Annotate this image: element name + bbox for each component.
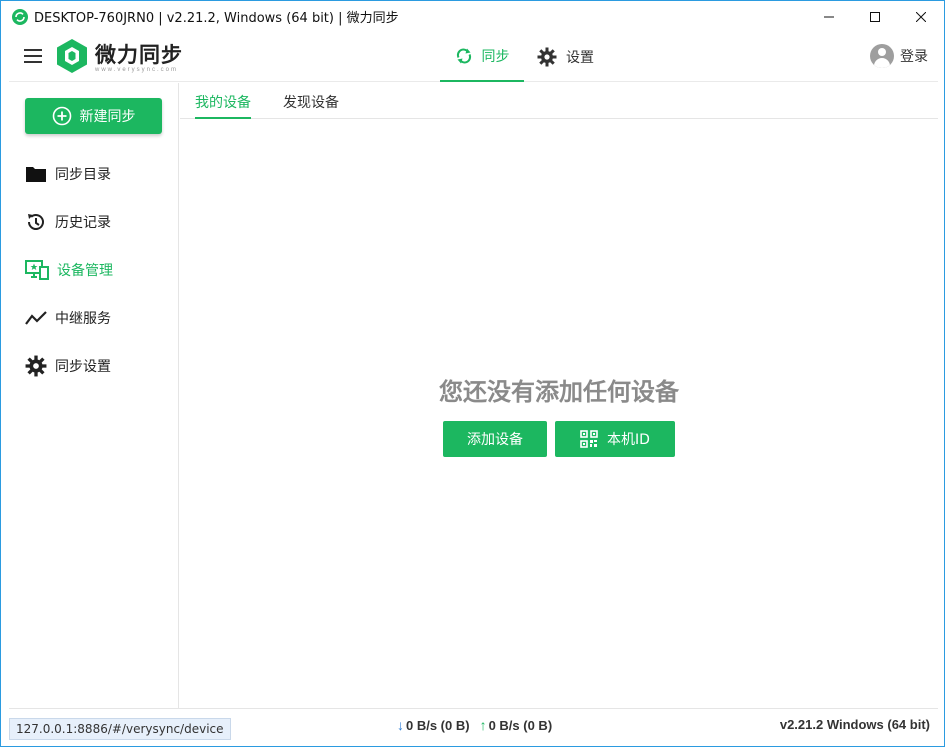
sidebar-item-device-management[interactable]: 设备管理 xyxy=(25,258,113,282)
brand-url: www.verysync.com xyxy=(95,67,179,73)
gear-icon xyxy=(25,355,47,377)
tab-my-devices[interactable]: 我的设备 xyxy=(195,92,251,119)
verysync-logo-icon xyxy=(57,39,87,73)
close-button[interactable] xyxy=(898,1,944,32)
download-arrow-icon: ↓ xyxy=(397,717,404,733)
app-logo-icon xyxy=(12,8,28,25)
relay-icon xyxy=(25,311,47,325)
version-info: v2.21.2 Windows (64 bit) xyxy=(779,717,930,732)
sidebar-item-relay-service[interactable]: 中继服务 xyxy=(25,306,111,330)
sidebar-item-label: 中继服务 xyxy=(55,311,111,327)
sidebar-item-label: 同步设置 xyxy=(55,359,111,375)
minimize-button[interactable] xyxy=(806,1,852,32)
sync-icon xyxy=(456,48,471,64)
sidebar-item-label: 同步目录 xyxy=(55,167,111,183)
maximize-button[interactable] xyxy=(852,1,898,32)
tab-sync-label: 同步 xyxy=(481,49,510,65)
sidebar-item-sync-folders[interactable]: 同步目录 xyxy=(25,162,111,186)
sidebar-item-label: 历史记录 xyxy=(55,215,111,231)
gear-icon xyxy=(537,47,557,67)
qr-code-icon xyxy=(580,430,598,448)
tab-discover-devices[interactable]: 发现设备 xyxy=(283,92,339,119)
avatar-icon xyxy=(870,44,894,68)
url-tooltip: 127.0.0.1:8886/#/verysync/device xyxy=(9,718,231,740)
window-controls xyxy=(806,1,944,32)
sidebar-item-history[interactable]: 历史记录 xyxy=(25,210,111,234)
tab-sync[interactable]: 同步 xyxy=(440,32,524,82)
folder-icon xyxy=(26,167,46,182)
device-subtabs: 我的设备 发现设备 xyxy=(180,83,938,119)
my-id-label: 本机ID xyxy=(607,432,650,448)
title-bar[interactable]: DESKTOP-760JRN0 | v2.21.2, Windows (64 b… xyxy=(1,1,944,32)
my-id-button[interactable]: 本机ID xyxy=(555,421,675,457)
app-header: 微力同步 www.verysync.com 同步 设置 登录 xyxy=(9,32,938,82)
add-circle-icon xyxy=(52,106,71,126)
login-label: 登录 xyxy=(900,49,928,65)
sidebar: 新建同步 同步目录 历史记录 设备管理 中继服务 同步设置 xyxy=(9,83,179,708)
download-speed: 0 B/s (0 B) xyxy=(406,717,470,733)
maximize-icon xyxy=(870,11,880,22)
login-button[interactable]: 登录 xyxy=(870,44,928,68)
tab-settings[interactable]: 设置 xyxy=(537,32,594,82)
brand-logo: 微力同步 www.verysync.com xyxy=(55,38,183,74)
minimize-icon xyxy=(824,16,834,17)
new-sync-button[interactable]: 新建同步 xyxy=(25,98,162,134)
menu-icon[interactable] xyxy=(24,49,42,63)
device-icon xyxy=(25,260,49,280)
add-device-button[interactable]: 添加设备 xyxy=(443,421,547,457)
app-window: DESKTOP-760JRN0 | v2.21.2, Windows (64 b… xyxy=(0,0,945,747)
upload-speed: 0 B/s (0 B) xyxy=(488,717,553,733)
sidebar-item-label: 设备管理 xyxy=(57,263,113,279)
history-icon xyxy=(28,214,44,230)
upload-arrow-icon: ↑ xyxy=(479,717,487,733)
brand-name: 微力同步 xyxy=(95,43,183,67)
sidebar-item-sync-settings[interactable]: 同步设置 xyxy=(25,354,111,378)
tab-settings-label: 设置 xyxy=(566,50,594,66)
main-content: 我的设备 发现设备 您还没有添加任何设备 添加设备 本机ID xyxy=(180,83,938,708)
close-icon xyxy=(916,11,926,22)
window-title: DESKTOP-760JRN0 | v2.21.2, Windows (64 b… xyxy=(34,11,399,26)
transfer-speed: ↓ 0 B/s (0 B) ↑ 0 B/s (0 B) xyxy=(397,717,552,733)
new-sync-label: 新建同步 xyxy=(79,109,136,125)
empty-state-message: 您还没有添加任何设备 xyxy=(439,378,679,406)
